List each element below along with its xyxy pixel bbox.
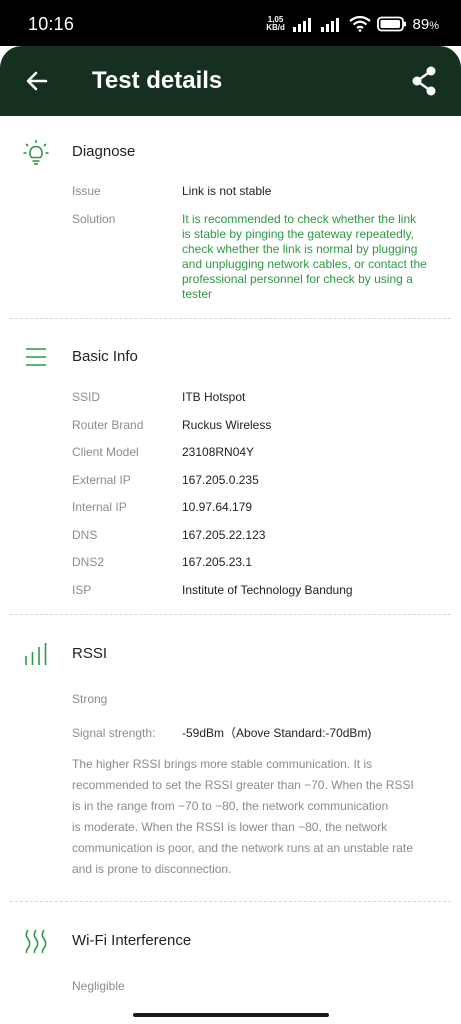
section-wifi-interference-header: Wi-Fi Interference: [0, 921, 461, 961]
row-value: 167.205.23.1: [182, 555, 253, 569]
section-wifi-interference-title: Wi-Fi Interference: [72, 932, 192, 949]
solution-line: is stable by pinging the gateway repeate…: [182, 227, 414, 241]
section-diagnose-title: Diagnose: [72, 143, 136, 160]
wifi-interference-status: Negligible: [72, 979, 125, 993]
row-value: 23108RN04Y: [182, 445, 255, 459]
row-label: Client Model: [72, 445, 139, 459]
arrow-left-icon: [26, 71, 48, 91]
rssi-description-line: and is prone to disconnection.: [72, 862, 232, 876]
row-value: Ruckus Wireless: [182, 418, 272, 432]
back-button[interactable]: [18, 62, 56, 100]
row-value: ITB Hotspot: [182, 390, 246, 404]
network-speed: 1,05 KB/d: [265, 16, 287, 32]
battery-icon: [376, 16, 406, 32]
rssi-description-line: is in the range from −70 to −80, the net…: [72, 799, 389, 813]
rssi-description-line: The higher RSSI brings more stable commu…: [72, 757, 373, 771]
battery-percent-suffix: %: [429, 19, 439, 32]
rssi-description-line: communication is poor, and the network r…: [72, 841, 413, 855]
page-title: Test details: [92, 67, 223, 94]
row-value: Institute of Technology Bandung: [182, 583, 353, 597]
rssi-description-line: is moderate. When the RSSI is lower than…: [72, 820, 388, 834]
section-divider: [10, 614, 451, 615]
share-icon: [412, 66, 436, 96]
solution-line: check whether the link is normal by plug…: [182, 242, 418, 256]
row-label: External IP: [72, 473, 131, 487]
issue-value: Link is not stable: [182, 184, 272, 198]
system-nav-bar: [0, 1006, 461, 1024]
row-value: 167.205.0.235: [182, 473, 259, 487]
solution-line: tester: [182, 287, 213, 301]
details-content[interactable]: Diagnose Issue Link is not stable Soluti…: [0, 116, 461, 1006]
solution-line: It is recommended to check whether the l…: [182, 212, 417, 226]
status-time: 10:16: [28, 14, 75, 34]
share-button[interactable]: [405, 62, 443, 100]
solution-line: professional personnel for check by usin…: [182, 272, 413, 286]
lightbulb-icon: [23, 140, 49, 165]
rssi-description-line: recommended to set the RSSI greater than…: [72, 778, 414, 792]
section-rssi-header: RSSI: [0, 634, 461, 674]
signal-strength-label: Signal strength:: [72, 726, 156, 740]
section-rssi-title: RSSI: [72, 645, 108, 662]
section-basic-info-title: Basic Info: [72, 348, 138, 365]
row-value: 10.97.64.179: [182, 500, 253, 514]
section-divider: [10, 901, 451, 902]
wave-lines-icon: [25, 929, 47, 954]
wifi-icon: [348, 16, 371, 32]
network-speed-unit: KB/d: [266, 23, 285, 32]
list-lines-icon: [26, 348, 46, 366]
signal-bars-icon: [25, 643, 47, 665]
signal-strength-value: -59dBm（Above Standard:-70dBm): [182, 726, 372, 740]
section-diagnose-header: Diagnose: [0, 132, 461, 172]
row-label: ISP: [72, 583, 92, 597]
section-basic-info-header: Basic Info: [0, 337, 461, 377]
section-divider: [10, 318, 451, 319]
row-label: DNS: [72, 528, 98, 542]
row-label: Router Brand: [72, 418, 144, 432]
status-icons: 1,05 KB/d 89%: [265, 13, 439, 35]
row-value: 167.205.22.123: [182, 528, 266, 542]
cell-signal-2-icon: [320, 18, 339, 32]
solution-value: It is recommended to check whether the l…: [182, 212, 437, 302]
app-bar: Test details: [0, 46, 461, 116]
row-label: SSID: [72, 390, 101, 404]
solution-label: Solution: [72, 212, 116, 226]
status-bar: 10:16 1,05 KB/d 89%: [0, 0, 461, 46]
battery-percent: 89%: [413, 16, 439, 33]
home-indicator[interactable]: [133, 1013, 329, 1017]
row-label: DNS2: [72, 555, 105, 569]
rssi-description: The higher RSSI brings more stable commu…: [72, 754, 432, 880]
cell-signal-icon: [292, 18, 311, 32]
row-label: Internal IP: [72, 500, 127, 514]
battery-percent-value: 89: [412, 15, 430, 33]
rssi-status: Strong: [72, 692, 108, 706]
solution-line: and unplugging network cables, or contac…: [182, 257, 427, 271]
issue-label: Issue: [72, 184, 101, 198]
